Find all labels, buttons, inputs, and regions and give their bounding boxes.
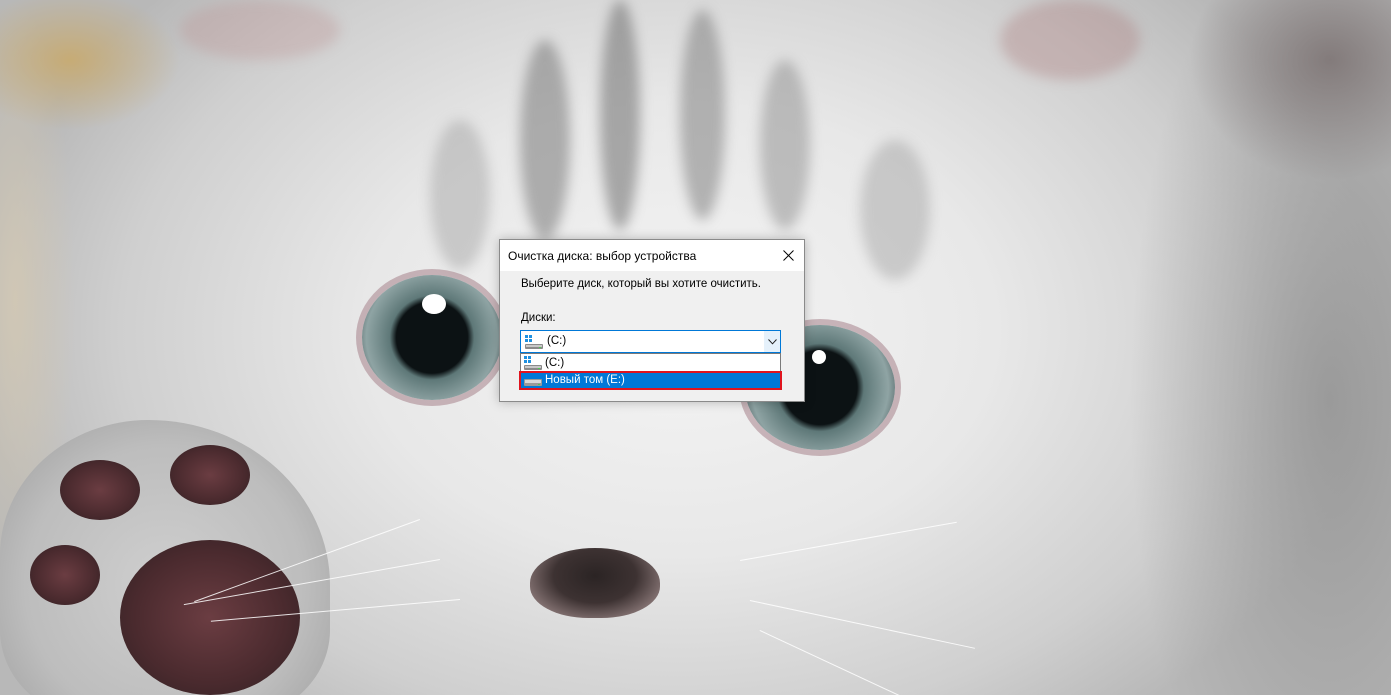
instruction-text: Выберите диск, который вы хотите очистит… (521, 278, 761, 290)
paw-pad (170, 445, 250, 505)
drive-dropdown-list: (C:) Новый том (E:) (520, 353, 781, 390)
windows-drive-icon (524, 334, 544, 355)
combobox-dropdown-button[interactable] (763, 331, 780, 352)
drive-combobox[interactable]: (C:) (520, 330, 781, 353)
combobox-selected-value: (C:) (547, 335, 567, 347)
close-icon (783, 250, 794, 261)
fur-stripe (520, 40, 570, 240)
title-bar[interactable]: Очистка диска: выбор устройства (500, 240, 804, 271)
whisker (759, 630, 942, 695)
dropdown-option-label: (C:) (545, 357, 565, 369)
fur-stripe (680, 10, 725, 220)
paw-pad (30, 545, 100, 605)
fur-stripe (760, 60, 810, 230)
dropdown-option-label: Новый том (E:) (545, 374, 625, 386)
fur-stripe (180, 0, 340, 60)
hard-drive-icon (523, 373, 543, 393)
fur-stripe (1000, 0, 1140, 80)
close-button[interactable] (773, 240, 804, 271)
drives-label: Диски: (521, 312, 556, 324)
left-eye-glint (422, 294, 446, 314)
paw-pad (120, 540, 300, 695)
fur-stripe (430, 120, 490, 270)
fur-stripe (860, 140, 930, 280)
fur-stripe (600, 0, 640, 230)
kitten-nose (530, 548, 660, 618)
dropdown-option-e[interactable]: Новый том (E:) (521, 372, 780, 389)
whisker (740, 521, 957, 561)
chevron-down-icon (767, 338, 777, 345)
right-eye-glint (812, 350, 826, 364)
dialog-title: Очистка диска: выбор устройства (508, 249, 697, 263)
disk-cleanup-drive-selection-dialog: Очистка диска: выбор устройства Выберите… (499, 239, 805, 402)
paw-pad (60, 460, 140, 520)
dropdown-option-c[interactable]: (C:) (521, 355, 780, 372)
